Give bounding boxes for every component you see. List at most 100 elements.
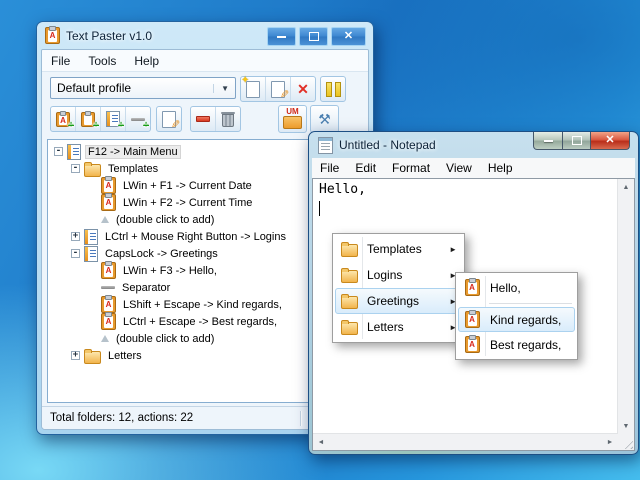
pause-button[interactable] bbox=[321, 77, 345, 101]
profile-dropdown[interactable]: Default profile ▼ bbox=[50, 77, 236, 99]
expand-icon[interactable]: + bbox=[71, 232, 80, 241]
um-icon bbox=[283, 116, 302, 129]
menu-item-letters[interactable]: Letters► bbox=[335, 314, 462, 340]
plus-badge-icon: + bbox=[93, 121, 99, 131]
tree-item-label: Templates bbox=[105, 162, 161, 176]
scroll-up-icon[interactable]: ▲ bbox=[618, 179, 634, 195]
menu-item-kindregards[interactable]: AKind regards, bbox=[458, 307, 575, 332]
plus-badge-icon: + bbox=[143, 121, 149, 131]
close-button[interactable]: ✕ bbox=[590, 132, 630, 150]
tree-item-label: (double click to add) bbox=[113, 213, 217, 227]
edit-document-icon bbox=[162, 111, 176, 128]
collapse-icon[interactable]: - bbox=[71, 164, 80, 173]
minimize-button[interactable] bbox=[267, 27, 296, 46]
maximize-button[interactable] bbox=[563, 132, 590, 150]
folder-icon bbox=[341, 270, 358, 283]
menu-help[interactable]: Help bbox=[480, 158, 521, 178]
plus-badge-icon: + bbox=[118, 121, 124, 131]
tree-item-label: Separator bbox=[119, 281, 173, 295]
new-profile-button[interactable] bbox=[241, 77, 265, 101]
maximize-button[interactable] bbox=[299, 27, 328, 46]
menu-item-label: Best regards, bbox=[490, 338, 561, 352]
trash-icon bbox=[222, 114, 234, 127]
collapse-icon[interactable]: - bbox=[54, 147, 63, 156]
tree-item-label: LShift + Escape -> Kind regards, bbox=[120, 298, 285, 312]
clipboard-icon: A bbox=[101, 296, 116, 313]
add-icon bbox=[101, 335, 109, 342]
tree-item-label: LWin + F1 -> Current Date bbox=[120, 179, 255, 193]
add-text-action-button[interactable]: A+ bbox=[51, 107, 75, 131]
resize-grip[interactable] bbox=[618, 434, 634, 450]
text-caret bbox=[319, 201, 320, 216]
close-icon: ✕ bbox=[344, 31, 353, 42]
remove-action-button[interactable] bbox=[191, 107, 215, 131]
scroll-right-icon[interactable]: ► bbox=[602, 434, 618, 450]
plus-badge-icon: + bbox=[68, 121, 74, 131]
menu-item-templates[interactable]: Templates ► bbox=[335, 236, 462, 262]
vertical-scrollbar[interactable]: ▲ ▼ bbox=[617, 179, 634, 434]
add-menu-button[interactable]: + bbox=[100, 107, 125, 131]
delete-profile-button[interactable]: ✕ bbox=[290, 77, 315, 101]
tree-item-label: LCtrl + Mouse Right Button -> Logins bbox=[102, 230, 289, 244]
tree-item-label: LCtrl + Escape -> Best regards, bbox=[120, 315, 280, 329]
new-document-icon bbox=[246, 81, 260, 98]
tools-icon: ⚒ bbox=[318, 112, 331, 126]
add-icon bbox=[101, 216, 109, 223]
menu-format[interactable]: Format bbox=[384, 158, 438, 178]
edit-document-icon bbox=[271, 81, 285, 98]
text-paster-menubar: FileToolsHelp bbox=[42, 50, 368, 72]
clipboard-icon: A bbox=[465, 336, 480, 353]
notepad-title: Untitled - Notepad bbox=[339, 138, 436, 152]
scroll-down-icon[interactable]: ▼ bbox=[618, 418, 634, 434]
tree-item-label: Letters bbox=[105, 349, 145, 363]
menu-item-label: Kind regards, bbox=[490, 313, 561, 327]
folder-icon bbox=[341, 244, 358, 257]
tree-item-label: CapsLock -> Greetings bbox=[102, 247, 221, 261]
menu-item-label: Templates bbox=[367, 242, 422, 256]
close-button[interactable]: ✕ bbox=[331, 27, 366, 46]
menu-icon bbox=[84, 246, 98, 262]
rename-profile-button[interactable] bbox=[265, 77, 290, 101]
menu-item-logins[interactable]: Logins► bbox=[335, 262, 462, 288]
menu-file[interactable]: File bbox=[42, 51, 79, 71]
minimize-icon bbox=[544, 140, 553, 142]
status-divider bbox=[300, 411, 301, 426]
menu-separator bbox=[489, 303, 572, 304]
menu-item-greetings[interactable]: Greetings► bbox=[335, 288, 462, 314]
separator-icon bbox=[101, 286, 115, 289]
menu-view[interactable]: View bbox=[438, 158, 480, 178]
delete-action-button[interactable] bbox=[215, 107, 240, 131]
menu-item-bestregards[interactable]: A Best regards, bbox=[458, 332, 575, 357]
submenu-arrow-icon: ► bbox=[449, 245, 457, 254]
edit-action-button[interactable] bbox=[157, 107, 181, 131]
settings-button[interactable]: ⚒ bbox=[311, 106, 338, 132]
desktop[interactable]: A Text Paster v1.0 ✕ FileToolsHelp Defau… bbox=[0, 0, 640, 480]
menu-item-hello[interactable]: AHello, bbox=[458, 275, 575, 300]
horizontal-scrollbar[interactable]: ◄ ► bbox=[313, 433, 618, 450]
profile-dropdown-value: Default profile bbox=[57, 81, 131, 95]
clipboard-icon: A bbox=[101, 177, 116, 194]
um-button[interactable] bbox=[279, 106, 306, 132]
add-clipboard-action-button[interactable]: + bbox=[75, 107, 100, 131]
grip-icon bbox=[621, 437, 633, 449]
notepad-text: Hello, bbox=[319, 182, 366, 197]
scroll-left-icon[interactable]: ◄ bbox=[313, 434, 329, 450]
collapse-icon[interactable]: - bbox=[71, 249, 80, 258]
tree-item-label: LWin + F3 -> Hello, bbox=[120, 264, 220, 278]
menu-tools[interactable]: Tools bbox=[79, 51, 125, 71]
menu-icon bbox=[84, 229, 98, 245]
menu-file[interactable]: File bbox=[312, 158, 347, 178]
tree-item-label: F12 -> Main Menu bbox=[85, 145, 181, 159]
greetings-submenu: AHello, AKind regards, A Best regards, bbox=[455, 272, 578, 360]
clipboard-icon: A bbox=[101, 194, 116, 211]
tree-item-label: (double click to add) bbox=[113, 332, 217, 346]
status-text: Total folders: 12, actions: 22 bbox=[50, 412, 193, 424]
tree-item-label: LWin + F2 -> Current Time bbox=[120, 196, 255, 210]
minimize-button[interactable] bbox=[533, 132, 563, 150]
add-separator-button[interactable]: + bbox=[125, 107, 150, 131]
menu-help[interactable]: Help bbox=[125, 51, 168, 71]
pause-icon bbox=[326, 82, 341, 97]
expand-icon[interactable]: + bbox=[71, 351, 80, 360]
menu-edit[interactable]: Edit bbox=[347, 158, 384, 178]
folder-icon bbox=[341, 296, 358, 309]
